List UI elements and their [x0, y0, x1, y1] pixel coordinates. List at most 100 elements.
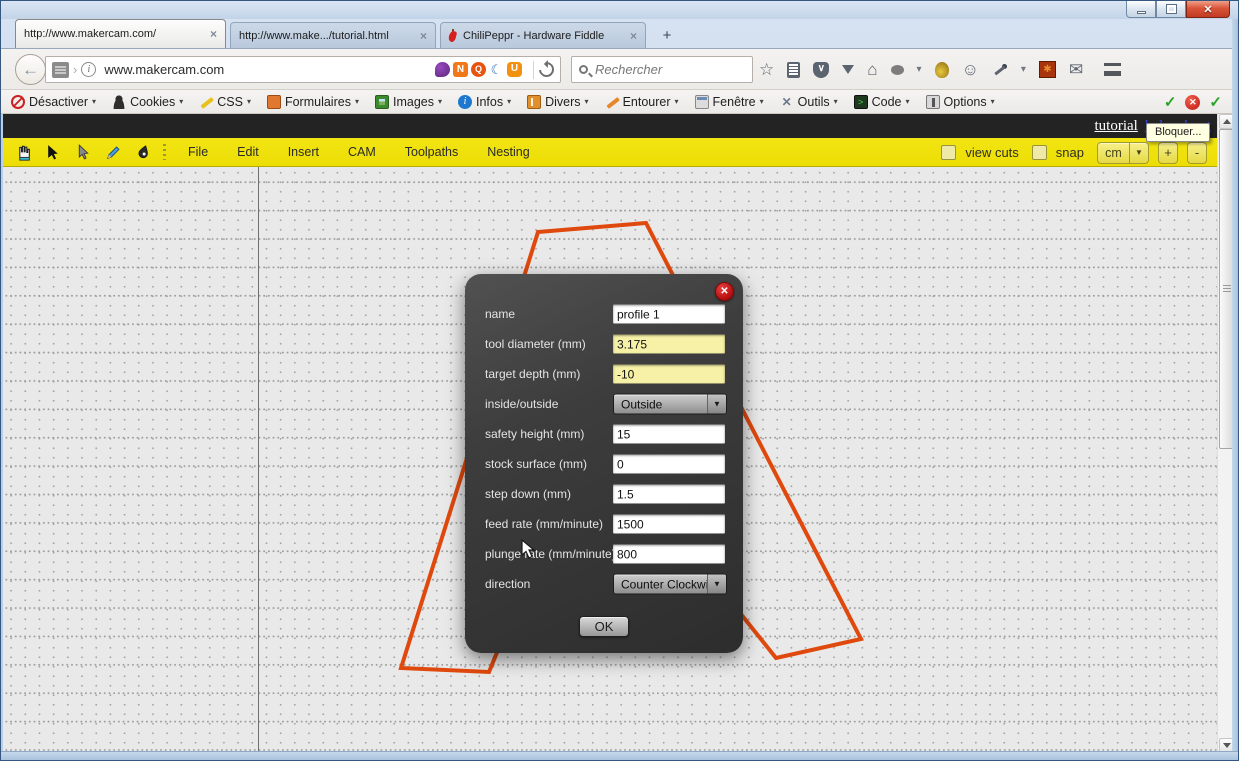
tab-1[interactable]: http://www.makercam.com/×: [15, 19, 226, 48]
dropdown-caret-icon[interactable]: ▾: [1021, 64, 1026, 75]
reading-list-icon[interactable]: [787, 62, 800, 78]
plunge-rate-mm-minute--input[interactable]: [613, 545, 725, 564]
devbar-item-fenêtre[interactable]: Fenêtre▾: [695, 95, 764, 109]
direct-select-tool-icon[interactable]: [73, 142, 93, 162]
tab-close-icon[interactable]: ×: [210, 27, 217, 41]
select-tool-icon[interactable]: [43, 142, 63, 162]
pencil-tool-icon[interactable]: [103, 142, 123, 162]
addon-red-icon[interactable]: [1039, 61, 1056, 78]
profile-parameters-dialog: ✕ nametool diameter (mm)target depth (mm…: [465, 274, 743, 653]
target-depth-mm--input[interactable]: [613, 365, 725, 384]
minimize-button[interactable]: [1126, 1, 1156, 18]
block-icon: [11, 95, 25, 109]
url-text[interactable]: www.makercam.com: [104, 62, 435, 77]
devbar-item-formulaires[interactable]: Formulaires▾: [267, 95, 359, 109]
devbar-item-entourer[interactable]: Entourer▾: [605, 95, 679, 109]
window-border-right: [1232, 19, 1238, 760]
close-window-button[interactable]: ✕: [1186, 1, 1230, 18]
menu-icon[interactable]: [1104, 63, 1121, 76]
info-icon[interactable]: i: [81, 62, 96, 77]
dialog-row: directionCounter Clockwi▼: [465, 569, 743, 599]
devbar-item-cookies[interactable]: Cookies▾: [112, 95, 183, 109]
devbar-item-label: Images: [393, 95, 434, 109]
valid-check-icon[interactable]: ✓: [1164, 93, 1177, 111]
extension-blue-swirl-icon[interactable]: [489, 62, 504, 77]
colorpicker-icon[interactable]: [992, 62, 1008, 78]
name-input[interactable]: [613, 305, 725, 324]
step-down-mm--input[interactable]: [613, 485, 725, 504]
dialog-row: tool diameter (mm): [465, 329, 743, 359]
dialog-row: step down (mm): [465, 479, 743, 509]
block-tooltip: Bloquer...: [1146, 123, 1210, 142]
error-cross-icon[interactable]: ✕: [1185, 95, 1200, 110]
field-label: safety height (mm): [485, 427, 584, 441]
view-cuts-checkbox[interactable]: [941, 145, 956, 160]
smiley-extension-icon[interactable]: ☺: [962, 61, 979, 78]
devbar-item-code[interactable]: Code▾: [854, 95, 910, 109]
ok-button[interactable]: OK: [579, 616, 629, 637]
hand-tool-icon[interactable]: [13, 142, 33, 162]
tab-3[interactable]: ChiliPeppr - Hardware Fiddle×: [440, 22, 646, 48]
zoom-out-button[interactable]: -: [1187, 142, 1207, 164]
safety-height-mm--input[interactable]: [613, 425, 725, 444]
units-select[interactable]: cm ▼: [1097, 142, 1149, 164]
devbar-item-infos[interactable]: Infos▾: [458, 95, 511, 109]
tab-label: http://www.make.../tutorial.html: [239, 30, 412, 42]
devbar-item-outils[interactable]: Outils▾: [780, 95, 838, 109]
close-icon: ✕: [1203, 3, 1212, 16]
mail-icon[interactable]: ✉: [1069, 61, 1083, 78]
site-identity-icon[interactable]: [52, 62, 69, 78]
inside-outside-select[interactable]: Outside▼: [613, 394, 727, 415]
pen-tool-icon[interactable]: [133, 142, 153, 162]
extension-orange-n-icon[interactable]: [453, 62, 468, 77]
valid-check-icon[interactable]: ✓: [1209, 93, 1222, 111]
extension-orange-smile-icon[interactable]: [507, 62, 522, 77]
menu-cam[interactable]: CAM: [348, 145, 376, 159]
tab-close-icon[interactable]: ×: [420, 29, 427, 43]
addon-grenade-icon[interactable]: [935, 62, 949, 78]
fly-extension-icon[interactable]: [891, 65, 904, 75]
chevron-down-icon: ▾: [507, 97, 511, 106]
header-link-tutorial[interactable]: tutorial: [1095, 118, 1138, 135]
zoom-in-button[interactable]: +: [1158, 142, 1178, 164]
maximize-button[interactable]: [1156, 1, 1186, 18]
dropdown-caret-icon[interactable]: ▾: [917, 64, 922, 75]
menu-edit[interactable]: Edit: [237, 145, 259, 159]
stock-surface-mm--input[interactable]: [613, 455, 725, 474]
field-label: name: [485, 307, 515, 321]
menu-file[interactable]: File: [188, 145, 208, 159]
menu-toolpaths[interactable]: Toolpaths: [405, 145, 459, 159]
downloads-icon[interactable]: [842, 65, 854, 80]
snap-checkbox[interactable]: [1032, 145, 1047, 160]
devbar-item-options[interactable]: Options▾: [926, 95, 995, 109]
devbar-item-css[interactable]: CSS▾: [199, 95, 251, 109]
menu-nesting[interactable]: Nesting: [487, 145, 529, 159]
window-border-bottom: [1, 751, 1238, 760]
bookmark-star-icon[interactable]: ☆: [759, 61, 774, 78]
devbar-item-divers[interactable]: Divers▾: [527, 95, 588, 109]
toolbar-separator: [163, 144, 166, 160]
dialog-row: name: [465, 299, 743, 329]
devbar-item-label: Code: [872, 95, 902, 109]
feed-rate-mm-minute--input[interactable]: [613, 515, 725, 534]
direction-select[interactable]: Counter Clockwi▼: [613, 574, 727, 595]
pocket-icon[interactable]: [813, 62, 829, 78]
tab-2[interactable]: http://www.make.../tutorial.html ×: [230, 22, 436, 48]
extension-purple-icon[interactable]: [435, 62, 450, 77]
new-tab-button[interactable]: +: [654, 25, 680, 46]
menu-insert[interactable]: Insert: [288, 145, 319, 159]
drawing-canvas[interactable]: ✕ nametool diameter (mm)target depth (mm…: [3, 167, 1217, 753]
devbar-item-images[interactable]: Images▾: [375, 95, 442, 109]
reload-icon[interactable]: [536, 59, 557, 80]
devbar-item-label: Formulaires: [285, 95, 351, 109]
search-placeholder[interactable]: Rechercher: [595, 62, 662, 77]
tool-diameter-mm--input[interactable]: [613, 335, 725, 354]
search-bar[interactable]: Rechercher: [571, 56, 753, 83]
back-button[interactable]: ←: [15, 54, 46, 85]
tab-close-icon[interactable]: ×: [630, 29, 637, 43]
extension-orange-q-icon[interactable]: [471, 62, 486, 77]
devbar-item-désactiver[interactable]: Désactiver▾: [11, 95, 96, 109]
home-icon[interactable]: ⌂: [867, 61, 877, 78]
url-bar[interactable]: › i www.makercam.com: [45, 56, 561, 83]
web-developer-toolbar: Désactiver▾Cookies▾CSS▾Formulaires▾Image…: [1, 90, 1232, 114]
